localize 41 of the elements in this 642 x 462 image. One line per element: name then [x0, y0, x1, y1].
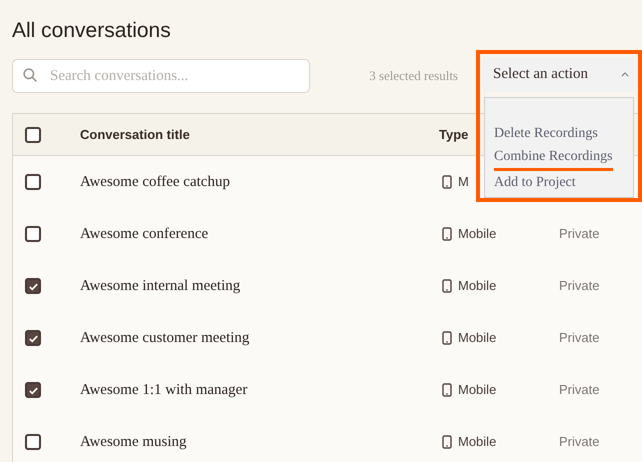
phone-icon: [442, 435, 452, 449]
phone-icon: [442, 227, 452, 241]
search-field[interactable]: Search conversations...: [12, 59, 310, 93]
phone-icon: [442, 331, 452, 345]
selection-count: 3 selected results: [369, 67, 458, 86]
chevron-down-icon: [621, 72, 629, 77]
checkbox[interactable]: [25, 330, 41, 346]
phone-icon: [442, 279, 452, 293]
page-title: All conversations: [12, 18, 172, 44]
privacy-label: Private: [559, 329, 600, 348]
search-icon: [22, 67, 39, 84]
phone-icon: [442, 175, 452, 189]
checkbox[interactable]: [25, 226, 41, 242]
checkbox[interactable]: [25, 434, 41, 450]
type-label: Mobile: [458, 329, 496, 348]
conversation-title[interactable]: Awesome conference: [80, 222, 439, 246]
type-label: Mobile: [458, 381, 496, 400]
privacy-label: Private: [559, 277, 600, 296]
conversation-title[interactable]: Awesome 1:1 with manager: [80, 378, 439, 402]
type-label: Mobile: [458, 277, 496, 296]
privacy-label: Private: [559, 381, 600, 400]
action-select[interactable]: Select an action: [482, 57, 637, 92]
privacy-label: Private: [559, 433, 600, 452]
phone-icon: [442, 383, 452, 397]
checkbox[interactable]: [25, 278, 41, 294]
conversation-title[interactable]: Awesome internal meeting: [80, 274, 439, 298]
privacy-label: Private: [559, 225, 600, 244]
type-label: M: [458, 173, 469, 192]
menu-item[interactable]: Add to Project: [494, 171, 576, 194]
conversation-title[interactable]: Awesome coffee catchup: [80, 170, 439, 194]
type-label: Mobile: [458, 225, 496, 244]
column-header: Conversation title: [80, 126, 191, 144]
checkbox[interactable]: [25, 126, 41, 142]
conversation-title[interactable]: Awesome musing: [80, 430, 439, 454]
type-label: Mobile: [458, 433, 496, 452]
checkbox[interactable]: [25, 174, 41, 190]
menu-item[interactable]: Combine Recordings: [494, 145, 613, 171]
checkbox[interactable]: [25, 382, 41, 398]
column-header: Type: [439, 126, 468, 144]
conversation-title[interactable]: Awesome customer meeting: [80, 326, 439, 350]
menu-item[interactable]: Delete Recordings: [494, 122, 598, 145]
